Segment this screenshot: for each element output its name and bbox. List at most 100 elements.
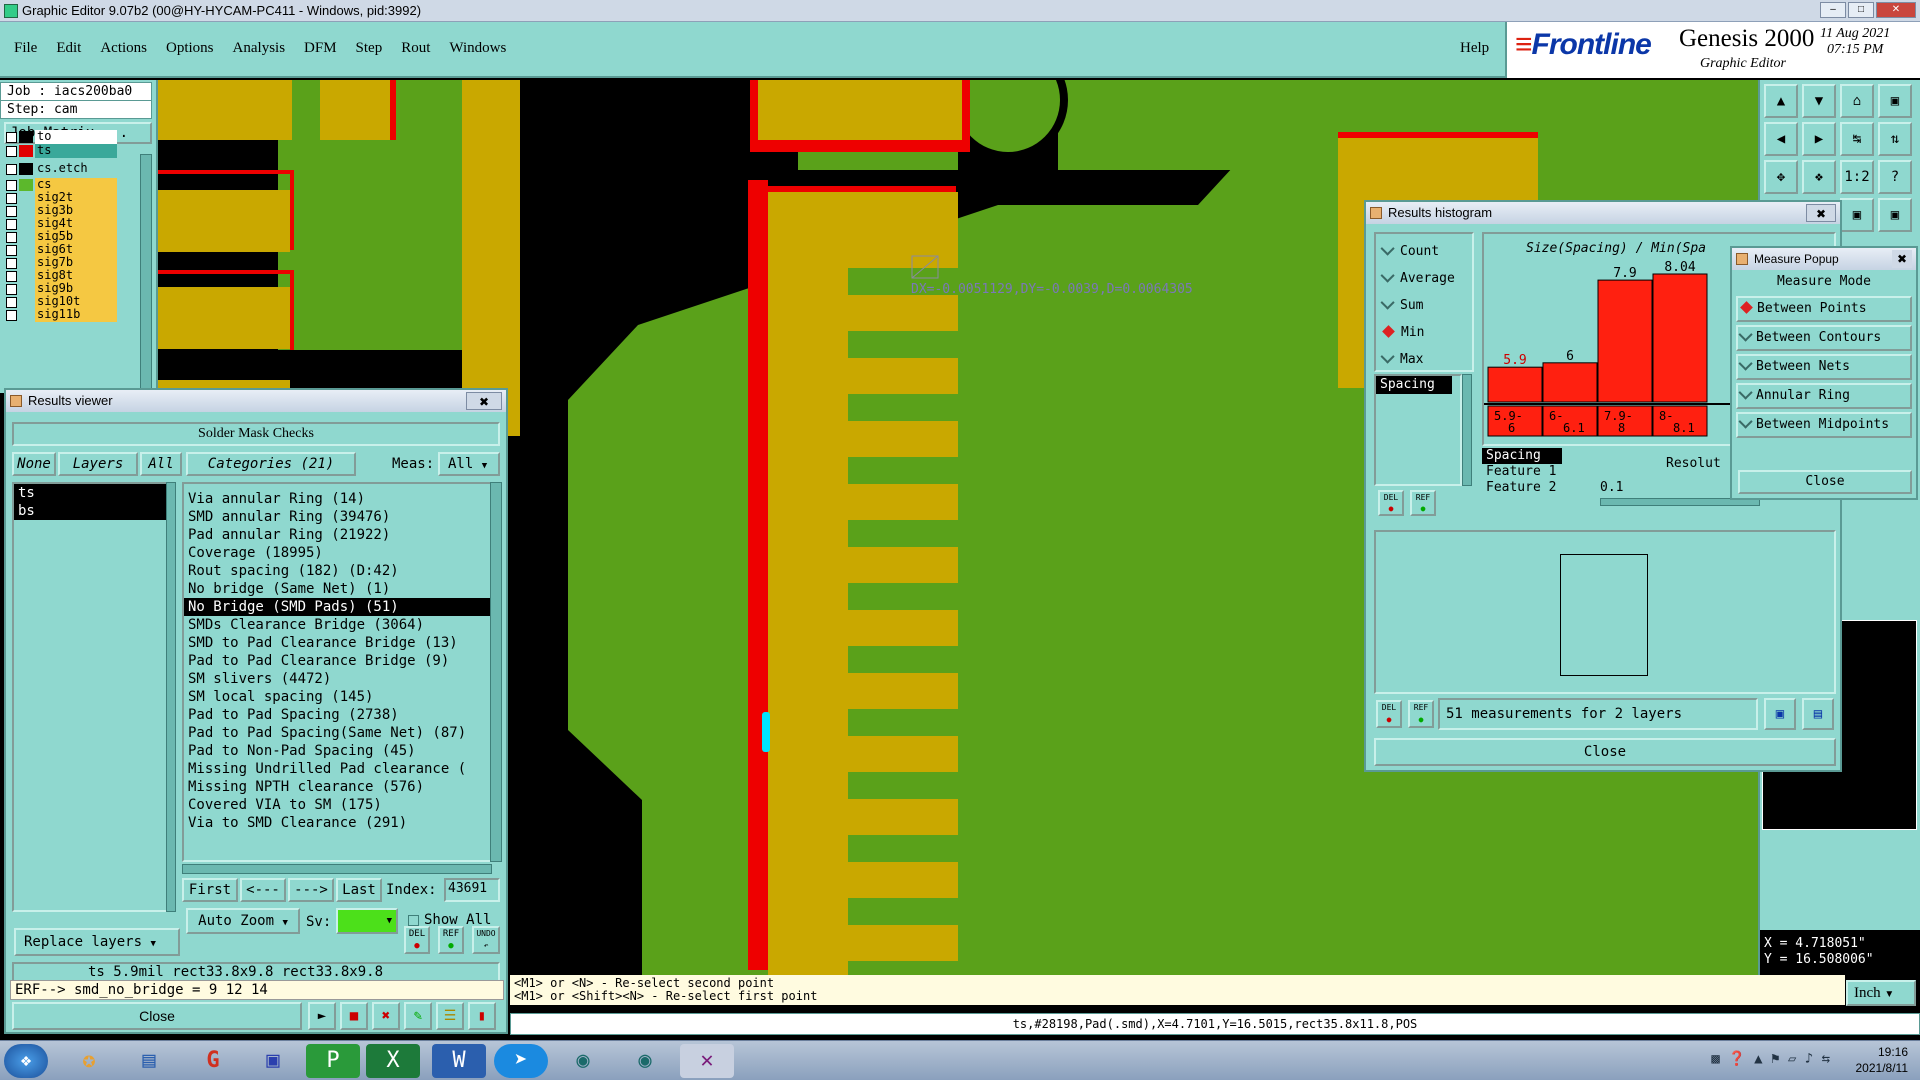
category-item[interactable]: Pad to Pad Spacing(Same Net) (87) — [184, 724, 490, 742]
layer-result-list[interactable]: ts bs — [12, 482, 172, 912]
layer-name[interactable]: cs.etch — [35, 162, 117, 176]
measure-mode-option[interactable]: Between Points — [1736, 296, 1912, 322]
measure-mode-option[interactable]: Between Contours — [1736, 325, 1912, 351]
zoom-down-icon[interactable]: ▼ — [1802, 84, 1836, 118]
menu-file[interactable]: File — [14, 40, 37, 57]
layer-row[interactable]: ts — [6, 144, 117, 158]
all-layers-button[interactable]: All — [140, 452, 182, 476]
layer-checkbox[interactable] — [6, 257, 17, 269]
app-icon-messenger[interactable]: ➤ — [494, 1044, 548, 1078]
tray-icons[interactable]: ▩ ❓ ▲ ⚑ ▱ ♪ ⇆ — [1711, 1051, 1830, 1067]
category-list[interactable]: Via annular Ring (14) SMD annular Ring (3… — [182, 482, 492, 862]
layer-checkbox[interactable] — [6, 270, 17, 282]
layer-color-swatch[interactable] — [19, 179, 33, 191]
menu-edit[interactable]: Edit — [56, 40, 81, 57]
histogram-bar[interactable] — [1487, 366, 1543, 403]
app-icon-x[interactable]: ✕ — [680, 1044, 734, 1078]
fit-icon[interactable]: ✥ — [1764, 160, 1798, 194]
layer-checkbox[interactable] — [6, 218, 17, 230]
layer-color-swatch[interactable] — [19, 192, 33, 204]
layer-color-swatch[interactable] — [19, 131, 33, 143]
layer-color-swatch[interactable] — [19, 270, 33, 282]
scale-icon[interactable]: 1:2 — [1840, 160, 1874, 194]
category-item[interactable]: No bridge (Same Net) (1) — [184, 580, 490, 598]
layer-color-swatch[interactable] — [19, 283, 33, 295]
stat-option[interactable]: Min — [1376, 319, 1472, 346]
layer-checkbox[interactable] — [6, 231, 17, 243]
histogram-bar[interactable] — [1542, 362, 1598, 403]
layer-color-swatch[interactable] — [19, 244, 33, 256]
frame-icon[interactable]: ▣ — [1878, 84, 1912, 118]
layer-row[interactable]: cs.etch — [6, 162, 117, 176]
last-button[interactable]: Last — [336, 878, 382, 902]
spacing-item[interactable]: Spacing — [1376, 376, 1452, 394]
preview-del-icon[interactable]: DEL ● — [1376, 700, 1402, 728]
snap-icon[interactable]: ▣ — [1840, 198, 1874, 232]
show-all-checkbox[interactable] — [408, 915, 419, 926]
layer-color-swatch[interactable] — [19, 205, 33, 217]
layer-checkbox[interactable] — [6, 205, 17, 217]
category-item[interactable]: Via to SMD Clearance (291) — [184, 814, 490, 832]
app-icon-save[interactable]: ▣ — [246, 1044, 300, 1078]
category-item[interactable]: Missing Undrilled Pad clearance ( — [184, 760, 490, 778]
app-icon-notepad[interactable]: ▤ — [122, 1044, 176, 1078]
menu-help[interactable]: Help — [1460, 40, 1489, 57]
menu-analysis[interactable]: Analysis — [233, 40, 286, 57]
prop-feature-1[interactable]: Feature 1 — [1482, 464, 1572, 480]
measure-close-button[interactable]: Close — [1738, 470, 1912, 494]
layer-checkbox[interactable] — [6, 131, 17, 143]
help-icon[interactable]: ? — [1878, 160, 1912, 194]
category-item[interactable]: Pad to Pad Spacing (2738) — [184, 706, 490, 724]
category-scrollbar[interactable] — [490, 482, 502, 862]
center-icon[interactable]: ❖ — [1802, 160, 1836, 194]
grid-icon[interactable]: ▣ — [1878, 198, 1912, 232]
close-window-button[interactable]: ✕ — [1876, 2, 1916, 18]
category-item[interactable]: Missing NPTH clearance (576) — [184, 778, 490, 796]
hist-del-icon[interactable]: DEL ● — [1378, 490, 1404, 516]
list-icon[interactable]: ☰ — [436, 1002, 464, 1030]
home-icon[interactable]: ⌂ — [1840, 84, 1874, 118]
app-icon-tool1[interactable]: ◉ — [556, 1044, 610, 1078]
close-icon[interactable]: ✖ — [1806, 204, 1836, 222]
layer-color-swatch[interactable] — [19, 231, 33, 243]
layer-row[interactable]: sig11b — [6, 308, 117, 322]
category-item[interactable]: SM slivers (4472) — [184, 670, 490, 688]
prop-feature-2[interactable]: Feature 2 — [1482, 480, 1572, 496]
layer-color-swatch[interactable] — [19, 257, 33, 269]
previous-button[interactable]: <--- — [240, 878, 286, 902]
categories-button[interactable]: Categories (21) — [186, 452, 356, 476]
start-button[interactable]: ❖ — [4, 1044, 48, 1078]
preview-ref-icon[interactable]: REF ● — [1408, 700, 1434, 728]
app-icon-shell[interactable]: ✪ — [62, 1044, 116, 1078]
menu-actions[interactable]: Actions — [100, 40, 147, 57]
menu-step[interactable]: Step — [356, 40, 383, 57]
chart-reset-icon[interactable]: ▤ — [1802, 698, 1834, 730]
menu-dfm[interactable]: DFM — [304, 40, 337, 57]
menu-rout[interactable]: Rout — [401, 40, 430, 57]
layer-color-swatch[interactable] — [19, 296, 33, 308]
layer-color-swatch[interactable] — [19, 218, 33, 230]
layer-checkbox[interactable] — [6, 179, 17, 191]
chart-export-icon[interactable]: ▣ — [1764, 698, 1796, 730]
close-icon[interactable]: ✖ — [1892, 250, 1912, 268]
result-layer-ts[interactable]: ts — [14, 484, 170, 502]
histogram-bar[interactable] — [1597, 279, 1653, 403]
layer-list-scrollbar[interactable] — [166, 482, 176, 912]
layer-checkbox[interactable] — [6, 163, 17, 175]
app-icon-tool2[interactable]: ◉ — [618, 1044, 672, 1078]
item-list-scrollbar[interactable] — [1462, 374, 1472, 486]
layer-color-swatch[interactable] — [19, 309, 33, 321]
app-icon-excel[interactable]: X — [366, 1044, 420, 1078]
layer-checkbox[interactable] — [6, 309, 17, 321]
sv-color-dropdown[interactable]: ▼ — [336, 908, 398, 934]
layer-checkbox[interactable] — [6, 145, 17, 157]
result-layer-bs[interactable]: bs — [14, 502, 170, 520]
next-button[interactable]: ---> — [288, 878, 334, 902]
ref-icon[interactable]: REF ● — [438, 926, 464, 954]
undo-icon[interactable]: UNDO ↶ — [472, 926, 500, 954]
layer-name[interactable]: sig11b — [35, 308, 117, 322]
report-icon[interactable]: ✎ — [404, 1002, 432, 1030]
histogram-close-button[interactable]: Close — [1374, 738, 1836, 766]
histogram-item-list[interactable]: Spacing — [1374, 374, 1462, 486]
units-dropdown[interactable]: Inch ▼ — [1846, 980, 1916, 1006]
